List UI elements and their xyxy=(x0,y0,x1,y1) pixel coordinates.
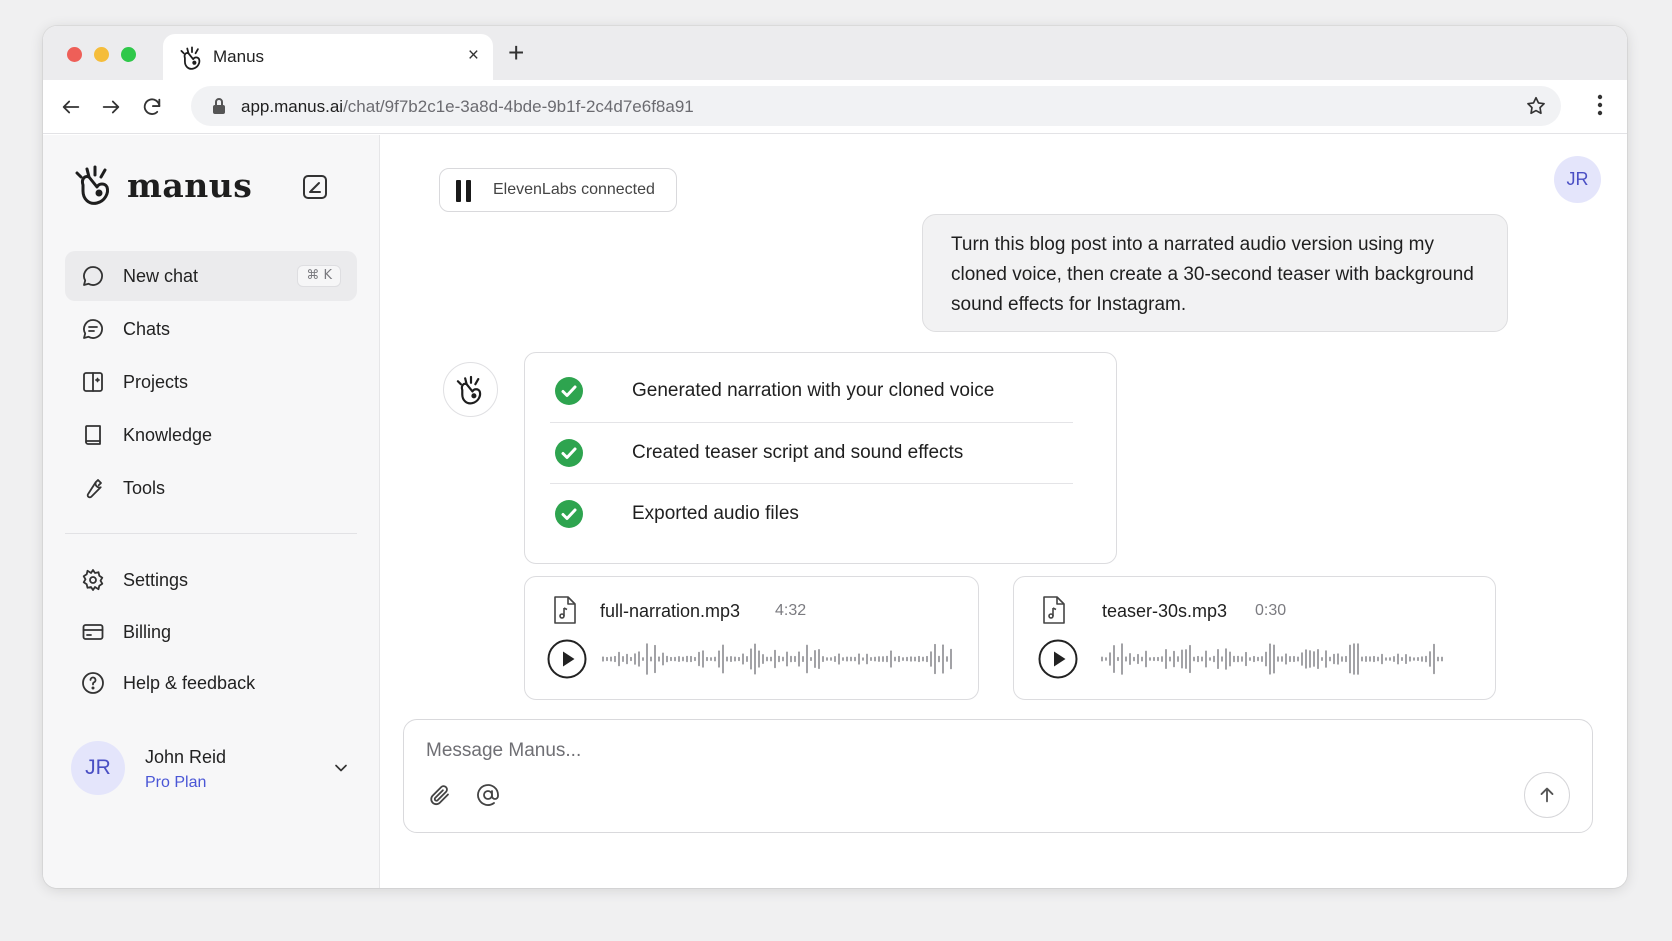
tab-bar: Manus × + xyxy=(43,26,1627,80)
url-text: app.manus.ai/chat/9f7b2c1e-3a8d-4bde-9b1… xyxy=(241,97,694,117)
url-path: /chat/9f7b2c1e-3a8d-4bde-9b1f-2c4d7e6f8a… xyxy=(343,97,694,116)
browser-tab[interactable]: Manus × xyxy=(163,34,493,80)
audio-file-name: full-narration.mp3 xyxy=(600,601,741,621)
sidebar-item-settings[interactable]: Settings xyxy=(65,555,357,605)
task-label: Created teaser script and sound effects xyxy=(632,442,964,463)
sidebar-item-label: Chats xyxy=(123,318,171,339)
sidebar: manus New chat ⌘ K Chats Projects Knowle… xyxy=(43,135,380,888)
gear-icon xyxy=(82,569,104,591)
pause-icon xyxy=(456,180,471,202)
list-item: Exported audio files xyxy=(550,481,1073,545)
user-plan: Pro Plan xyxy=(145,774,207,791)
manus-logo-icon xyxy=(75,165,109,205)
sidebar-item-projects[interactable]: Projects xyxy=(65,357,357,407)
browser-menu-icon[interactable] xyxy=(1597,94,1603,116)
new-tab-icon[interactable]: + xyxy=(508,39,524,67)
lock-icon xyxy=(213,98,225,114)
maximize-window-button[interactable] xyxy=(121,47,136,62)
avatar: JR xyxy=(71,741,125,795)
forward-icon[interactable] xyxy=(97,93,125,121)
mention-icon[interactable] xyxy=(476,783,500,807)
sidebar-item-label: Billing xyxy=(123,621,172,642)
audio-file-name: teaser-30s.mp3 xyxy=(1102,601,1228,621)
waveform[interactable] xyxy=(1100,643,1445,675)
sidebar-item-new-chat[interactable]: New chat ⌘ K xyxy=(65,251,357,301)
shortcut-badge: ⌘ K xyxy=(297,265,341,287)
sidebar-item-label: New chat xyxy=(123,265,199,286)
sidebar-item-label: Help & feedback xyxy=(123,672,256,693)
task-list: Generated narration with your cloned voi… xyxy=(524,352,1117,564)
chats-icon xyxy=(83,319,103,339)
message-input[interactable] xyxy=(426,740,1326,762)
user-name: John Reid xyxy=(145,747,227,767)
audio-duration: 4:32 xyxy=(775,602,807,619)
card-icon xyxy=(82,624,104,640)
tab-title: Manus xyxy=(213,47,265,66)
sidebar-item-knowledge[interactable]: Knowledge xyxy=(65,410,357,460)
play-button[interactable] xyxy=(547,639,587,679)
list-item: Generated narration with your cloned voi… xyxy=(550,358,1073,422)
reload-icon[interactable] xyxy=(138,93,166,121)
list-item: Created teaser script and sound effects xyxy=(550,420,1073,484)
sidebar-item-tools[interactable]: Tools xyxy=(65,463,357,513)
check-circle-icon xyxy=(555,439,583,467)
url-host: app.manus.ai xyxy=(241,97,344,116)
arrow-up-icon xyxy=(1540,787,1554,803)
task-label: Exported audio files xyxy=(632,503,799,524)
sidebar-item-label: Projects xyxy=(123,371,189,392)
chevron-down-icon[interactable] xyxy=(331,758,351,778)
brand[interactable]: manus xyxy=(75,163,252,207)
sidebar-item-help[interactable]: Help & feedback xyxy=(65,658,357,708)
browser-window: Manus × + app.manus.ai/chat/9f7b2c1e-3a8… xyxy=(43,26,1627,888)
integration-status-pill[interactable]: ElevenLabs connected xyxy=(439,168,677,212)
wrench-icon xyxy=(86,479,102,499)
task-label: Generated narration with your cloned voi… xyxy=(632,380,995,401)
compose-icon[interactable] xyxy=(301,173,329,201)
close-window-button[interactable] xyxy=(67,47,82,62)
minimize-window-button[interactable] xyxy=(94,47,109,62)
user-message: Turn this blog post into a narrated audi… xyxy=(922,214,1508,332)
book-icon xyxy=(85,425,101,445)
sidebar-divider xyxy=(65,533,357,534)
play-button[interactable] xyxy=(1038,639,1078,679)
brand-name: manus xyxy=(127,165,253,205)
back-icon[interactable] xyxy=(57,93,85,121)
check-circle-icon xyxy=(555,377,583,405)
sidebar-item-label: Settings xyxy=(123,569,189,590)
projects-icon xyxy=(83,372,103,392)
integration-status-label: ElevenLabs connected xyxy=(493,181,655,198)
bookmark-star-icon[interactable] xyxy=(1525,95,1547,117)
sidebar-item-label: Knowledge xyxy=(123,424,213,445)
sidebar-item-label: Tools xyxy=(123,477,166,498)
audio-file-icon xyxy=(554,596,576,624)
waveform[interactable] xyxy=(601,643,956,675)
chat-area: ElevenLabs connected JR Turn this blog p… xyxy=(381,135,1627,888)
close-tab-icon[interactable]: × xyxy=(468,46,479,66)
manus-logo-icon xyxy=(456,375,481,404)
audio-card-teaser: teaser-30s.mp3 0:30 xyxy=(1013,576,1496,700)
paperclip-icon[interactable] xyxy=(428,783,452,807)
audio-file-icon xyxy=(1043,596,1065,624)
manus-logo-icon xyxy=(180,46,201,70)
avatar[interactable]: JR xyxy=(1554,156,1601,203)
send-button[interactable] xyxy=(1524,772,1570,818)
assistant-avatar xyxy=(443,362,498,417)
browser-toolbar: app.manus.ai/chat/9f7b2c1e-3a8d-4bde-9b1… xyxy=(43,80,1627,134)
audio-card-full-narration: full-narration.mp3 4:32 xyxy=(524,576,979,700)
sidebar-item-billing[interactable]: Billing xyxy=(65,607,357,657)
chat-bubble-icon xyxy=(83,266,103,286)
help-icon xyxy=(82,672,104,694)
check-circle-icon xyxy=(555,500,583,528)
user-profile[interactable]: JR John Reid Pro Plan xyxy=(71,738,351,798)
audio-duration: 0:30 xyxy=(1255,602,1287,619)
sidebar-item-chats[interactable]: Chats xyxy=(65,304,357,354)
address-bar[interactable]: app.manus.ai/chat/9f7b2c1e-3a8d-4bde-9b1… xyxy=(191,86,1561,126)
message-composer xyxy=(403,719,1593,833)
